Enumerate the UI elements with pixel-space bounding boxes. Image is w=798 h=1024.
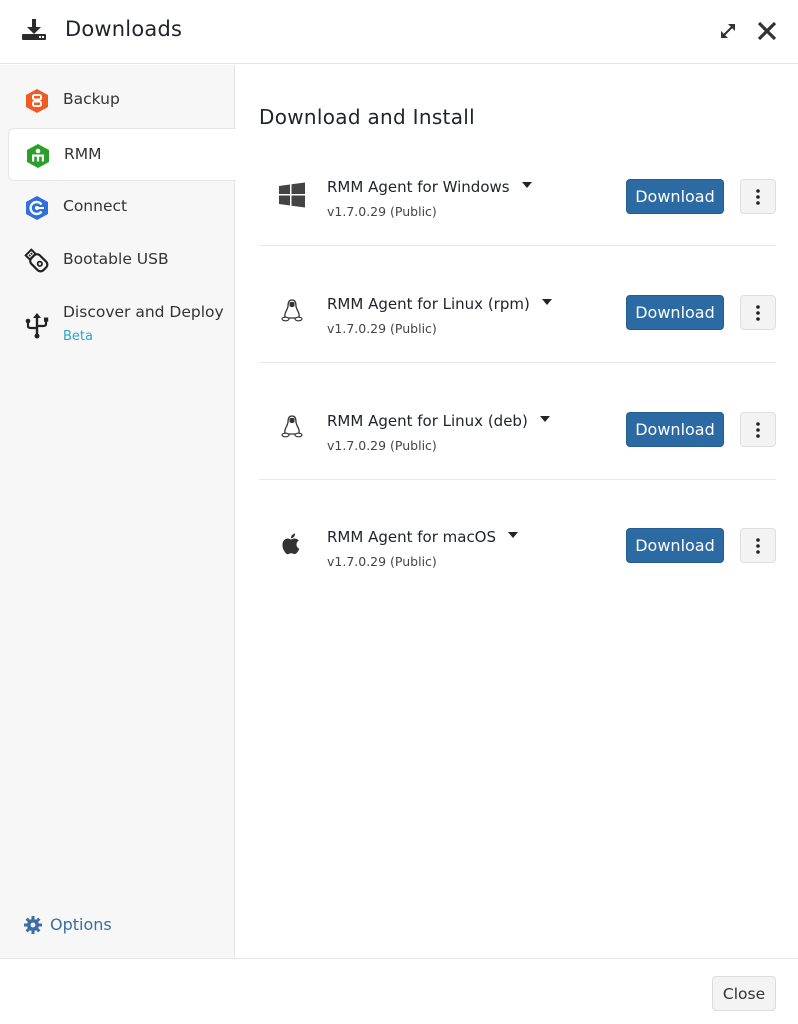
dialog-title: Downloads	[65, 17, 183, 41]
sidebar-item-bootable-usb[interactable]: Bootable USB	[8, 234, 235, 287]
linux-icon	[281, 415, 303, 438]
sidebar-item-label: RMM	[64, 145, 102, 163]
connect-icon	[26, 196, 48, 220]
rmm-icon	[27, 144, 49, 168]
close-button[interactable]: Close	[712, 976, 776, 1011]
agent-row-linux-rpm: RMM Agent for Linux (rpm) v1.7.0.29 (Pub…	[259, 246, 776, 363]
more-options-button[interactable]	[740, 179, 776, 214]
dialog-footer: Close	[0, 958, 798, 1024]
windows-icon	[279, 182, 305, 208]
agent-name: RMM Agent for Linux (rpm)	[327, 295, 552, 313]
close-icon[interactable]	[755, 19, 779, 43]
usb-drive-icon	[24, 248, 49, 273]
kebab-menu-icon	[756, 421, 760, 438]
linux-icon	[281, 299, 303, 322]
sidebar-item-label: Discover and Deploy	[63, 303, 224, 321]
main-panel: Download and Install RMM Agent for Windo…	[236, 65, 798, 958]
agent-row-linux-deb: RMM Agent for Linux (deb) v1.7.0.29 (Pub…	[259, 363, 776, 480]
sidebar-item-label: Connect	[63, 197, 128, 215]
agent-row-macos: RMM Agent for macOS v1.7.0.29 (Public) D…	[259, 479, 776, 596]
download-button[interactable]: Download	[626, 295, 724, 330]
sidebar-item-label: Bootable USB	[63, 250, 169, 268]
agent-name: RMM Agent for macOS	[327, 528, 519, 546]
download-button[interactable]: Download	[626, 528, 724, 563]
agent-version: v1.7.0.29 (Public)	[327, 438, 437, 453]
kebab-menu-icon	[756, 304, 760, 321]
agent-dropdown-caret[interactable]	[539, 415, 550, 422]
more-options-button[interactable]	[740, 412, 776, 447]
usb-symbol-icon	[25, 313, 49, 339]
kebab-menu-icon	[756, 537, 760, 554]
download-button[interactable]: Download	[626, 179, 724, 214]
agent-dropdown-caret[interactable]	[508, 531, 519, 538]
sidebar-item-label: Backup	[63, 90, 120, 108]
sidebar-item-backup[interactable]: Backup	[8, 74, 235, 127]
dialog-header: Downloads	[0, 0, 798, 64]
agent-version: v1.7.0.29 (Public)	[327, 321, 437, 336]
more-options-button[interactable]	[740, 528, 776, 563]
section-heading: Download and Install	[259, 105, 475, 129]
expand-icon[interactable]	[717, 20, 739, 42]
apple-icon	[282, 533, 300, 555]
agent-name: RMM Agent for Windows	[327, 178, 532, 196]
beta-badge: Beta	[63, 329, 93, 344]
sidebar-item-connect[interactable]: Connect	[8, 181, 235, 234]
sidebar-item-rmm[interactable]: RMM	[8, 128, 236, 181]
download-button[interactable]: Download	[626, 412, 724, 447]
sidebar-item-discover-and-deploy[interactable]: Discover and Deploy Beta	[8, 287, 235, 353]
download-icon	[22, 19, 46, 40]
agent-dropdown-caret[interactable]	[541, 298, 552, 305]
kebab-menu-icon	[756, 188, 760, 205]
gear-icon	[24, 916, 42, 934]
backup-icon	[26, 89, 48, 113]
agent-dropdown-caret[interactable]	[521, 181, 532, 188]
more-options-button[interactable]	[740, 295, 776, 330]
agent-version: v1.7.0.29 (Public)	[327, 204, 437, 219]
agent-version: v1.7.0.29 (Public)	[327, 554, 437, 569]
options-label: Options	[50, 915, 112, 934]
agent-row-windows: RMM Agent for Windows v1.7.0.29 (Public)…	[259, 129, 776, 246]
agent-name: RMM Agent for Linux (deb)	[327, 412, 550, 430]
sidebar: Backup RMM Connect Bootable USB Discover…	[0, 65, 236, 958]
